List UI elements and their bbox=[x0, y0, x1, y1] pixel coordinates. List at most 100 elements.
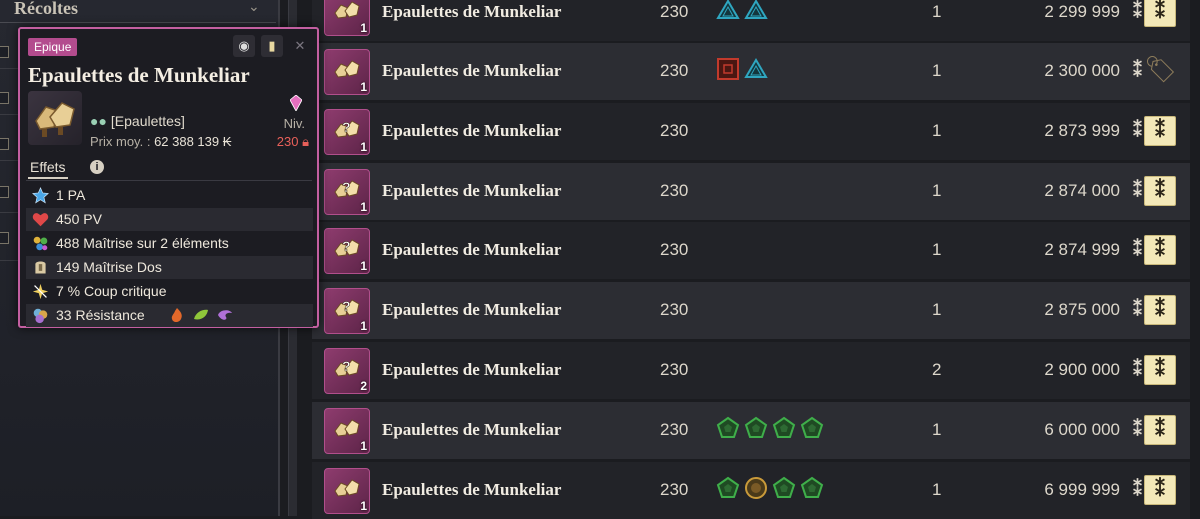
epaulettes-icon bbox=[334, 60, 360, 78]
listing-list: 1 Epaulettes de Munkeliar 230 1 2 299 999 ⁑ ⁑ 1… bbox=[312, 0, 1190, 519]
svg-text:?: ? bbox=[342, 238, 351, 254]
stack-count: 1 bbox=[360, 140, 367, 154]
kama-icon: ₭ bbox=[222, 134, 232, 149]
item-level: 230 bbox=[660, 300, 689, 319]
checkbox[interactable] bbox=[0, 186, 9, 198]
kama-icon: ⁑ bbox=[1133, 120, 1142, 140]
svg-text:?: ? bbox=[342, 179, 351, 195]
tab-effects[interactable]: Effets bbox=[28, 159, 68, 179]
listing-row[interactable]: 1 Epaulettes de Munkeliar 230 1 2 299 999 ⁑ ⁑ bbox=[312, 0, 1190, 41]
eye-icon[interactable]: ◉ bbox=[233, 35, 255, 57]
item-level: 230 bbox=[660, 121, 689, 140]
lock-icon: 🔒︎ bbox=[302, 134, 309, 149]
buy-button[interactable]: ⁑ bbox=[1144, 295, 1176, 325]
listing-row[interactable]: ? 1 Epaulettes de Munkeliar 230 1 2 875 000 ⁑ ⁑ bbox=[312, 282, 1190, 339]
listing-row[interactable]: 1 Epaulettes de Munkeliar 230 1 6 000 000 ⁑ ⁑ bbox=[312, 402, 1190, 459]
buy-button[interactable]: ⁑ bbox=[1144, 116, 1176, 146]
stack-count: 1 bbox=[360, 200, 367, 214]
quantity: 1 bbox=[932, 61, 942, 80]
rune-slots bbox=[716, 476, 824, 502]
buy-button[interactable]: ⁑ bbox=[1144, 235, 1176, 265]
scroll-icon[interactable]: ▮ bbox=[261, 35, 283, 57]
price: 6 000 000 bbox=[1044, 420, 1120, 439]
price: 2 874 999 bbox=[1044, 240, 1120, 259]
item-name: Epaulettes de Munkeliar bbox=[382, 360, 562, 379]
blue-triangle-rune-icon bbox=[744, 0, 768, 19]
checkbox[interactable] bbox=[0, 232, 9, 244]
stack-count: 1 bbox=[360, 499, 367, 513]
price: 2 299 999 bbox=[1044, 2, 1120, 21]
checkbox[interactable] bbox=[0, 46, 9, 58]
epaulettes-icon: ? bbox=[334, 179, 360, 198]
item-level: 230 bbox=[660, 420, 689, 439]
buy-button[interactable]: ⁑ bbox=[1144, 355, 1176, 385]
svg-text:?: ? bbox=[342, 119, 351, 135]
item-name: Epaulettes de Munkeliar bbox=[382, 300, 562, 319]
item-level: 230 bbox=[276, 134, 299, 149]
listing-row[interactable]: 1 Epaulettes de Munkeliar 230 1 2 300 000 ⁑ 🏷︎ bbox=[312, 43, 1190, 100]
listing-row[interactable]: ? 1 Epaulettes de Munkeliar 230 1 2 873 999 ⁑ ⁑ bbox=[312, 103, 1190, 160]
item-name: Epaulettes de Munkeliar bbox=[382, 480, 562, 499]
price: 2 874 000 bbox=[1044, 181, 1120, 200]
listing-row[interactable]: ? 2 Epaulettes de Munkeliar 230 2 2 900 000 ⁑ ⁑ bbox=[312, 342, 1190, 399]
buy-button[interactable]: ⁑ bbox=[1144, 415, 1176, 445]
level-label: Niv. bbox=[283, 116, 305, 131]
quantity: 1 bbox=[932, 121, 942, 140]
svg-text:?: ? bbox=[342, 298, 351, 314]
buy-button[interactable]: ⁑ bbox=[1144, 0, 1176, 27]
critical-icon bbox=[32, 283, 49, 300]
stack-count: 1 bbox=[360, 80, 367, 94]
chevron-down-icon[interactable]: ⌄ bbox=[248, 0, 260, 15]
rune-slots bbox=[716, 57, 768, 83]
quantity: 1 bbox=[932, 300, 942, 319]
rarity-badge: Epique bbox=[28, 38, 78, 56]
price-tag-icon[interactable]: 🏷︎ bbox=[1144, 54, 1177, 88]
buy-button[interactable]: ⁑ bbox=[1144, 475, 1176, 505]
item-thumbnail: ? 2 bbox=[324, 348, 370, 394]
stack-count: 1 bbox=[360, 439, 367, 453]
item-thumbnail: ? 1 bbox=[324, 169, 370, 215]
quantity: 1 bbox=[932, 2, 942, 21]
item-thumbnail: 1 bbox=[324, 0, 370, 36]
average-price: 62 388 139 bbox=[154, 134, 220, 149]
kama-icon: ⁑ bbox=[1155, 299, 1165, 321]
ap-star-icon bbox=[32, 187, 49, 204]
listing-row[interactable]: ? 1 Epaulettes de Munkeliar 230 1 2 874 000 ⁑ ⁑ bbox=[312, 163, 1190, 220]
item-title: Epaulettes de Munkeliar bbox=[28, 63, 250, 87]
price: 2 900 000 bbox=[1044, 360, 1120, 379]
close-icon[interactable]: ✕ bbox=[289, 35, 311, 57]
price-label: Prix moy. : bbox=[90, 134, 151, 149]
listing-row[interactable]: 1 Epaulettes de Munkeliar 230 1 6 999 999 ⁑ ⁑ bbox=[312, 462, 1190, 519]
green-pentagon-rune-icon bbox=[744, 416, 768, 438]
red-square-rune-icon bbox=[717, 58, 739, 80]
checkbox[interactable] bbox=[0, 92, 9, 104]
quantity: 2 bbox=[932, 360, 942, 379]
category-header[interactable]: Récoltes ⌄ bbox=[0, 0, 276, 23]
kama-icon: ⁑ bbox=[1133, 359, 1142, 379]
effect-row: 33 Résistance bbox=[26, 304, 313, 327]
green-pentagon-rune-icon bbox=[772, 476, 796, 498]
info-icon[interactable]: i bbox=[90, 160, 104, 174]
item-level: 230 bbox=[660, 240, 689, 259]
epaulettes-icon bbox=[334, 419, 360, 437]
kama-icon: ⁑ bbox=[1155, 180, 1165, 202]
effect-row: 488 Maîtrise sur 2 éléments bbox=[26, 232, 313, 255]
item-thumbnail: 1 bbox=[324, 49, 370, 95]
effect-row: 149 Maîtrise Dos bbox=[26, 256, 313, 279]
listing-row[interactable]: ? 1 Epaulettes de Munkeliar 230 1 2 874 999 ⁑ ⁑ bbox=[312, 222, 1190, 279]
buy-button[interactable]: ⁑ bbox=[1144, 176, 1176, 206]
green-pentagon-rune-icon bbox=[772, 416, 796, 438]
checkbox[interactable] bbox=[0, 138, 9, 150]
epaulettes-icon bbox=[334, 1, 360, 19]
item-name: Epaulettes de Munkeliar bbox=[382, 240, 562, 259]
kama-icon: ⁑ bbox=[1155, 1, 1165, 23]
kama-icon: ⁑ bbox=[1155, 359, 1165, 381]
gem-icon bbox=[290, 95, 302, 111]
item-level: 230 bbox=[660, 480, 689, 499]
item-type: [Epaulettes] bbox=[110, 113, 185, 129]
gold-circle-rune-icon bbox=[745, 477, 767, 499]
stack-count: 1 bbox=[360, 259, 367, 273]
heart-icon bbox=[32, 213, 49, 227]
rune-slots bbox=[716, 0, 768, 24]
epaulettes-icon: ? bbox=[334, 238, 360, 257]
